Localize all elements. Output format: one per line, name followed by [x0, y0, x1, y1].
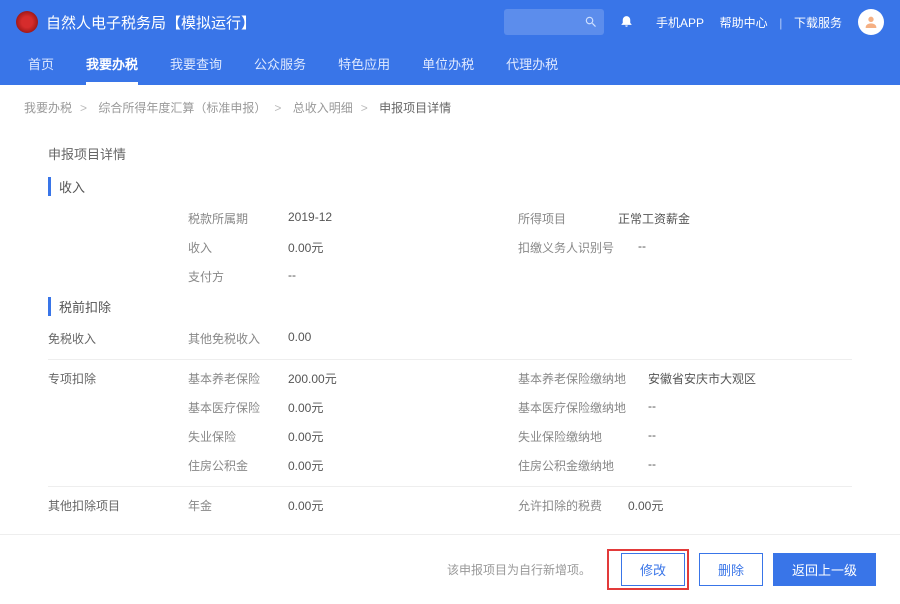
unemploy-value: 0.00元 [288, 428, 323, 445]
period-label: 税款所属期 [188, 210, 288, 227]
nav-item-2[interactable]: 我要查询 [154, 44, 238, 85]
nav-item-6[interactable]: 代理办税 [490, 44, 574, 85]
allow-value: 0.00元 [628, 497, 663, 514]
nav-item-1[interactable]: 我要办税 [70, 44, 154, 85]
medical-place-value: -- [648, 399, 656, 416]
amount-value: 0.00元 [288, 239, 323, 256]
link-help[interactable]: 帮助中心 [720, 16, 768, 30]
notifications-button[interactable] [614, 13, 640, 31]
unemploy-label: 失业保险 [188, 428, 288, 445]
annuity-value: 0.00元 [288, 497, 323, 514]
amount-label: 收入 [188, 239, 288, 256]
logo-icon [16, 11, 38, 33]
pension-place-value: 安徽省安庆市大观区 [648, 370, 756, 387]
housing-place-value: -- [648, 457, 656, 474]
footer-note: 该申报项目为自行新增项。 [447, 561, 591, 578]
crumb-1[interactable]: 综合所得年度汇算（标准申报） [98, 101, 266, 115]
item-label: 所得项目 [518, 210, 618, 227]
top-links: 手机APP 帮助中心 | 下载服务 [650, 14, 848, 31]
modify-highlight: 修改 [607, 549, 689, 590]
payer-value: -- [288, 268, 296, 285]
nav-item-0[interactable]: 首页 [12, 44, 70, 85]
other-left: 其他扣除项目 [48, 497, 188, 514]
section-income: 收入 [48, 177, 852, 196]
nav-item-3[interactable]: 公众服务 [238, 44, 322, 85]
link-download[interactable]: 下载服务 [794, 16, 842, 30]
page-title: 申报项目详情 [48, 144, 852, 163]
special-left: 专项扣除 [48, 370, 188, 387]
item-value: 正常工资薪金 [618, 210, 690, 227]
exempt-label: 其他免税收入 [188, 330, 288, 347]
exempt-left: 免税收入 [48, 330, 188, 347]
unemploy-place-value: -- [648, 428, 656, 445]
back-button[interactable]: 返回上一级 [773, 553, 876, 586]
pension-label: 基本养老保险 [188, 370, 288, 387]
payer-label: 支付方 [188, 268, 288, 285]
nav-item-5[interactable]: 单位办税 [406, 44, 490, 85]
housing-value: 0.00元 [288, 457, 323, 474]
avatar[interactable] [858, 9, 884, 35]
medical-value: 0.00元 [288, 399, 323, 416]
section-pretax: 税前扣除 [48, 297, 852, 316]
medical-label: 基本医疗保险 [188, 399, 288, 416]
agent-label: 扣缴义务人识别号 [518, 239, 638, 256]
pension-value: 200.00元 [288, 370, 337, 387]
delete-button[interactable]: 删除 [699, 553, 763, 586]
link-app[interactable]: 手机APP [656, 16, 704, 30]
allow-label: 允许扣除的税费 [518, 497, 628, 514]
crumb-0[interactable]: 我要办税 [24, 101, 72, 115]
crumb-current: 申报项目详情 [379, 101, 451, 115]
housing-label: 住房公积金 [188, 457, 288, 474]
unemploy-place-label: 失业保险缴纳地 [518, 428, 648, 445]
breadcrumb: 我要办税> 综合所得年度汇算（标准申报）> 总收入明细> 申报项目详情 [0, 85, 900, 130]
annuity-label: 年金 [188, 497, 288, 514]
search-input[interactable] [504, 9, 604, 35]
modify-button[interactable]: 修改 [621, 553, 685, 586]
search-icon [584, 15, 598, 29]
housing-place-label: 住房公积金缴纳地 [518, 457, 648, 474]
exempt-value: 0.00 [288, 330, 311, 347]
bell-icon [619, 13, 634, 28]
nav-item-4[interactable]: 特色应用 [322, 44, 406, 85]
crumb-2[interactable]: 总收入明细 [293, 101, 353, 115]
user-icon [863, 14, 879, 30]
app-title: 自然人电子税务局【模拟运行】 [46, 12, 256, 33]
pension-place-label: 基本养老保险缴纳地 [518, 370, 648, 387]
medical-place-label: 基本医疗保险缴纳地 [518, 399, 648, 416]
agent-value: -- [638, 239, 646, 256]
period-value: 2019-12 [288, 210, 332, 227]
